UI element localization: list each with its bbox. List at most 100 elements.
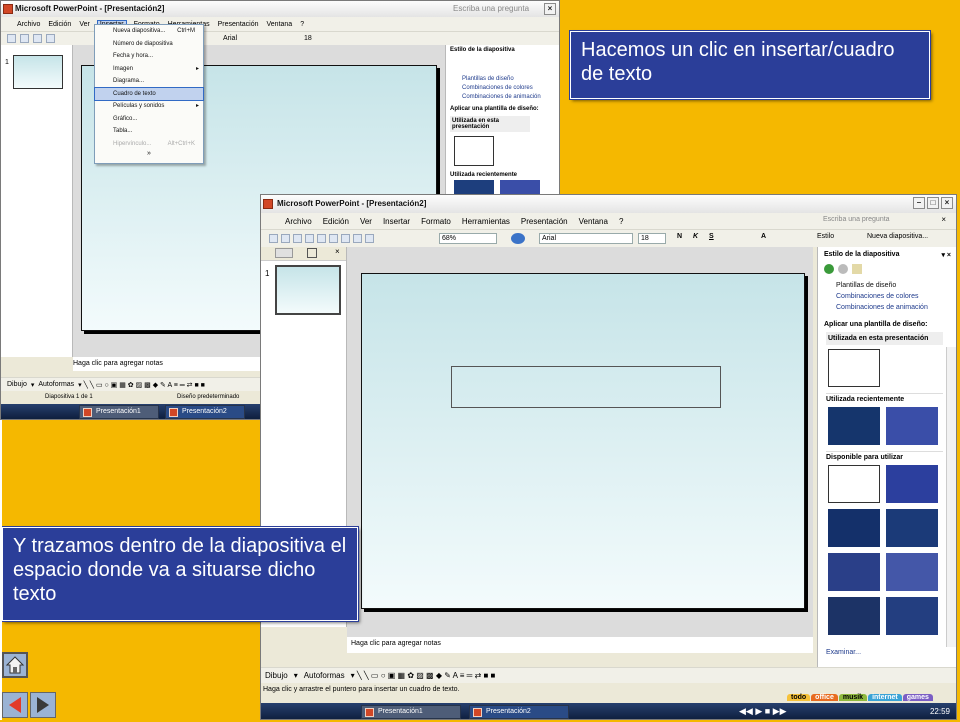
front-draw-menu[interactable]: Dibujo — [265, 671, 288, 680]
front-font-select[interactable]: Arial — [539, 233, 633, 244]
available-template-8[interactable] — [886, 597, 938, 635]
back-taskbar-presentacion2[interactable]: Presentación2 — [165, 405, 245, 419]
menu-expand-icon[interactable]: » — [95, 150, 203, 158]
front-menu-edicion[interactable]: Edición — [323, 217, 349, 226]
front-menu-herramientas[interactable]: Herramientas — [462, 217, 510, 226]
new-slide-button[interactable]: Nueva diapositiva... — [867, 233, 928, 240]
front-menu-formato[interactable]: Formato — [421, 217, 451, 226]
back-help-search[interactable]: Escriba una pregunta — [453, 1, 529, 17]
front-menu-ver[interactable]: Ver — [360, 217, 372, 226]
new-icon[interactable] — [269, 234, 278, 243]
tab-todo[interactable]: todo — [787, 694, 811, 701]
back-link-animation[interactable]: Combinaciones de animación — [462, 93, 559, 102]
back-menu-presentacion[interactable]: Presentación — [218, 21, 259, 28]
menu-item-nueva-diapositiva[interactable]: Nueva diapositiva... Ctrl+M — [95, 25, 203, 38]
back-menu-edicion[interactable]: Edición — [48, 21, 71, 28]
home-button[interactable] — [2, 652, 28, 678]
front-link-colors[interactable]: Combinaciones de colores — [836, 291, 956, 302]
font-grow-button[interactable]: A — [761, 233, 766, 240]
previous-slide-button[interactable] — [2, 692, 28, 718]
bold-button[interactable]: N — [677, 233, 682, 240]
browse-link[interactable]: Examinar... — [826, 649, 861, 656]
table-icon[interactable] — [353, 234, 362, 243]
help-icon[interactable] — [511, 233, 525, 244]
front-recent-template-2[interactable] — [886, 407, 938, 445]
back-nav-icon[interactable] — [824, 264, 834, 274]
menu-item-grafico[interactable]: Gráfico... — [95, 113, 203, 126]
menu-item-diagrama[interactable]: Diagrama... — [95, 75, 203, 88]
available-template-6[interactable] — [886, 553, 938, 591]
back-menu-archivo[interactable]: Archivo — [17, 21, 40, 28]
tab-games[interactable]: games — [902, 694, 933, 701]
available-template-2[interactable] — [886, 465, 938, 503]
front-notes-area[interactable]: Haga clic para agregar notas — [347, 637, 813, 653]
media-controls[interactable]: ◀◀ ▶ ■ ▶▶ — [739, 706, 787, 717]
front-slide-canvas[interactable] — [361, 273, 805, 609]
taskpane-scrollbar[interactable] — [946, 347, 956, 647]
back-menu-ver[interactable]: Ver — [79, 21, 90, 28]
maximize-icon[interactable]: □ — [927, 197, 939, 209]
available-template-4[interactable] — [886, 509, 938, 547]
available-template-5[interactable] — [828, 553, 880, 591]
back-recent-template-2[interactable] — [500, 180, 540, 194]
style-button[interactable]: Estilo — [817, 233, 834, 240]
back-menu-ventana[interactable]: Ventana — [267, 21, 293, 28]
front-menu-ventana[interactable]: Ventana — [579, 217, 608, 226]
tab-musik[interactable]: musik — [838, 694, 868, 701]
back-font-name[interactable]: Arial — [223, 35, 237, 42]
menu-item-fecha-hora[interactable]: Fecha y hora... — [95, 50, 203, 63]
back-draw-menu[interactable]: Dibujo — [7, 381, 27, 388]
back-font-size[interactable]: 18 — [304, 35, 312, 42]
front-taskbar-presentacion1[interactable]: Presentación1 — [361, 705, 461, 719]
front-menu-insertar[interactable]: Insertar — [383, 217, 410, 226]
open-icon[interactable] — [281, 234, 290, 243]
front-menu-presentacion[interactable]: Presentación — [521, 217, 568, 226]
back-autoshapes-menu[interactable]: Autoformas — [38, 381, 74, 388]
zoom-select[interactable]: 68% — [439, 233, 497, 244]
tab-slides[interactable] — [307, 248, 317, 258]
text-box-drawing-rect[interactable] — [451, 366, 721, 408]
front-slide-thumbnail[interactable] — [275, 265, 341, 315]
front-menu-help[interactable]: ? — [619, 217, 623, 226]
chart-icon[interactable] — [341, 234, 350, 243]
underline-button[interactable]: S — [709, 233, 714, 240]
taskpane-dropdown-icon[interactable]: ▾ × — [941, 251, 951, 259]
draw-dropdown-icon[interactable]: ▾ — [294, 671, 298, 680]
back-template-thumb[interactable] — [454, 136, 494, 166]
menu-item-tabla[interactable]: Tabla... — [95, 125, 203, 138]
available-template-1[interactable] — [828, 465, 880, 503]
back-recent-template-1[interactable] — [454, 180, 494, 194]
available-template-3[interactable] — [828, 509, 880, 547]
grid-icon[interactable] — [365, 234, 374, 243]
front-menu-archivo[interactable]: Archivo — [285, 217, 312, 226]
tab-outline[interactable] — [275, 248, 293, 258]
save-icon[interactable] — [33, 34, 42, 43]
menu-item-cuadro-de-texto[interactable]: Cuadro de texto — [94, 86, 204, 101]
back-menu-help[interactable]: ? — [300, 21, 304, 28]
back-slide-thumbnail[interactable] — [13, 55, 63, 89]
next-slide-button[interactable] — [30, 692, 56, 718]
front-help-search[interactable]: Escriba una pregunta — [823, 216, 890, 223]
copy-icon[interactable] — [305, 234, 314, 243]
available-template-7[interactable] — [828, 597, 880, 635]
back-link-templates[interactable]: Plantillas de diseño — [462, 75, 559, 84]
paste-icon[interactable] — [317, 234, 326, 243]
close-icon[interactable]: × — [941, 197, 953, 209]
open-icon[interactable] — [20, 34, 29, 43]
front-link-animation[interactable]: Combinaciones de animación — [836, 302, 956, 313]
undo-icon[interactable] — [46, 34, 55, 43]
close-icon[interactable]: × — [544, 3, 556, 15]
front-taskbar-presentacion2[interactable]: Presentación2 — [469, 705, 569, 719]
front-doc-close-icon[interactable]: × — [941, 215, 946, 224]
undo-icon[interactable] — [329, 234, 338, 243]
shape-tools[interactable]: ▾ ╲ ╲ ▭ ○ ▣ ▦ ✿ ▨ ▩ ◆ ✎ A ≡ ═ ⇄ ■ ■ — [351, 671, 496, 680]
home-icon[interactable] — [852, 264, 862, 274]
panel-close-icon[interactable]: × — [335, 247, 340, 256]
front-recent-template-1[interactable] — [828, 407, 880, 445]
front-font-size-select[interactable]: 18 — [638, 233, 666, 244]
print-icon[interactable] — [293, 234, 302, 243]
back-taskbar-presentacion1[interactable]: Presentación1 — [79, 405, 159, 419]
front-link-templates[interactable]: Plantillas de diseño — [836, 280, 956, 291]
italic-button[interactable]: K — [693, 233, 698, 240]
front-template-current[interactable] — [828, 349, 880, 387]
